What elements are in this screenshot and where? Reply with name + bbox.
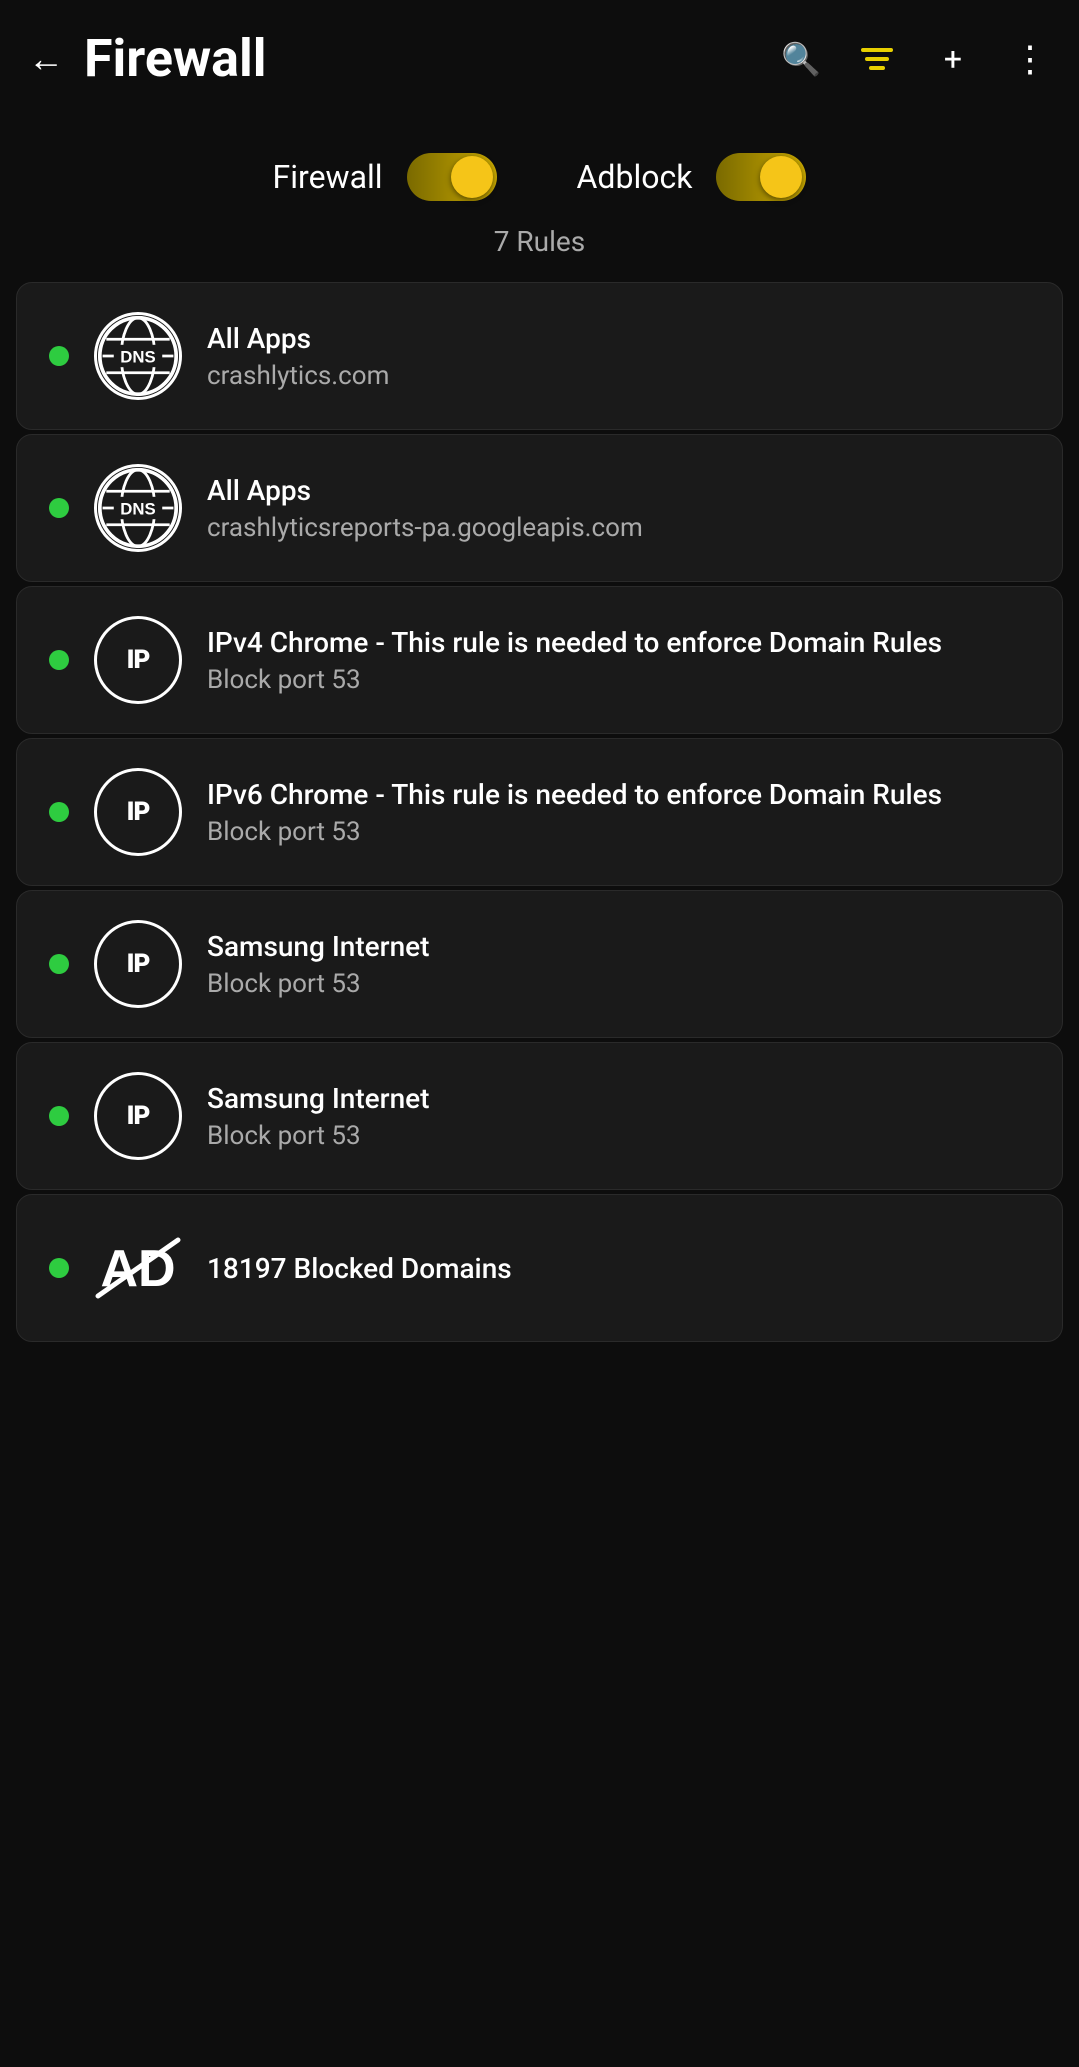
rules-list: DNS All Apps crashlytics.com DNS bbox=[0, 282, 1079, 1342]
rule-item[interactable]: DNS All Apps crashlytics.com bbox=[16, 282, 1063, 430]
ip-icon: IP bbox=[94, 920, 182, 1008]
svg-text:DNS: DNS bbox=[120, 348, 155, 367]
page-title: Firewall bbox=[76, 28, 775, 89]
rule-icon: DNS bbox=[93, 463, 183, 553]
more-button[interactable]: ⋮ bbox=[1003, 33, 1055, 85]
app-header: ← Firewall 🔍 + ⋮ bbox=[0, 0, 1079, 117]
rule-subtitle: Block port 53 bbox=[207, 1121, 1030, 1151]
adblock-toggle-knob bbox=[760, 156, 802, 198]
add-button[interactable]: + bbox=[927, 33, 979, 85]
rule-item[interactable]: IP IPv4 Chrome - This rule is needed to … bbox=[16, 586, 1063, 734]
rule-status-dot bbox=[49, 346, 69, 366]
search-button[interactable]: 🔍 bbox=[775, 33, 827, 85]
rule-content: All Apps crashlyticsreports-pa.googleapi… bbox=[207, 474, 1030, 543]
filter-button[interactable] bbox=[851, 33, 903, 85]
rule-content: 18197 Blocked Domains bbox=[207, 1252, 1030, 1285]
back-button[interactable]: ← bbox=[16, 29, 76, 89]
rule-content: Samsung Internet Block port 53 bbox=[207, 1082, 1030, 1151]
rule-icon: IP bbox=[93, 767, 183, 857]
rule-item[interactable]: AD 18197 Blocked Domains bbox=[16, 1194, 1063, 1342]
header-actions: 🔍 + ⋮ bbox=[775, 33, 1055, 85]
rule-item[interactable]: IP IPv6 Chrome - This rule is needed to … bbox=[16, 738, 1063, 886]
firewall-label: Firewall bbox=[273, 158, 383, 196]
toggle-section: Firewall Adblock bbox=[0, 117, 1079, 217]
ip-icon: IP bbox=[94, 1072, 182, 1160]
rule-subtitle: Block port 53 bbox=[207, 665, 1030, 695]
rules-count: 7 Rules bbox=[0, 217, 1079, 282]
rule-title: All Apps bbox=[207, 474, 1030, 507]
rule-content: IPv4 Chrome - This rule is needed to enf… bbox=[207, 626, 1030, 695]
rule-title: IPv4 Chrome - This rule is needed to enf… bbox=[207, 626, 1030, 659]
rule-status-dot bbox=[49, 498, 69, 518]
rule-title: IPv6 Chrome - This rule is needed to enf… bbox=[207, 778, 1030, 811]
firewall-toggle[interactable] bbox=[407, 153, 497, 201]
rule-item[interactable]: DNS All Apps crashlyticsreports-pa.googl… bbox=[16, 434, 1063, 582]
rule-title: All Apps bbox=[207, 322, 1030, 355]
rule-subtitle: crashlyticsreports-pa.googleapis.com bbox=[207, 513, 1030, 543]
rule-status-dot bbox=[49, 1106, 69, 1126]
firewall-toggle-knob bbox=[451, 156, 493, 198]
rule-icon: DNS bbox=[93, 311, 183, 401]
svg-text:DNS: DNS bbox=[120, 500, 155, 519]
firewall-toggle-item: Firewall bbox=[273, 153, 497, 201]
back-icon: ← bbox=[28, 38, 64, 80]
ip-icon: IP bbox=[94, 616, 182, 704]
rule-content: All Apps crashlytics.com bbox=[207, 322, 1030, 391]
rule-title: Samsung Internet bbox=[207, 1082, 1030, 1115]
more-icon: ⋮ bbox=[1012, 38, 1046, 80]
rule-content: Samsung Internet Block port 53 bbox=[207, 930, 1030, 999]
rule-subtitle: crashlytics.com bbox=[207, 361, 1030, 391]
dns-icon: DNS bbox=[94, 464, 182, 552]
rule-status-dot bbox=[49, 954, 69, 974]
rule-icon: IP bbox=[93, 919, 183, 1009]
rule-subtitle: Block port 53 bbox=[207, 817, 1030, 847]
rule-icon: AD bbox=[93, 1223, 183, 1313]
add-icon: + bbox=[944, 40, 962, 78]
rule-item[interactable]: IP Samsung Internet Block port 53 bbox=[16, 1042, 1063, 1190]
rule-item[interactable]: IP Samsung Internet Block port 53 bbox=[16, 890, 1063, 1038]
rule-status-dot bbox=[49, 802, 69, 822]
rule-content: IPv6 Chrome - This rule is needed to enf… bbox=[207, 778, 1030, 847]
ad-icon: AD bbox=[94, 1224, 182, 1312]
ip-icon: IP bbox=[94, 768, 182, 856]
adblock-toggle-item: Adblock bbox=[577, 153, 807, 201]
rule-status-dot bbox=[49, 1258, 69, 1278]
search-icon: 🔍 bbox=[781, 40, 821, 78]
rule-status-dot bbox=[49, 650, 69, 670]
rule-icon: IP bbox=[93, 1071, 183, 1161]
rule-title: Samsung Internet bbox=[207, 930, 1030, 963]
adblock-label: Adblock bbox=[577, 158, 693, 196]
filter-icon bbox=[861, 48, 893, 70]
dns-icon: DNS bbox=[94, 312, 182, 400]
rule-icon: IP bbox=[93, 615, 183, 705]
adblock-toggle[interactable] bbox=[716, 153, 806, 201]
rule-subtitle: Block port 53 bbox=[207, 969, 1030, 999]
rule-title: 18197 Blocked Domains bbox=[207, 1252, 1030, 1285]
